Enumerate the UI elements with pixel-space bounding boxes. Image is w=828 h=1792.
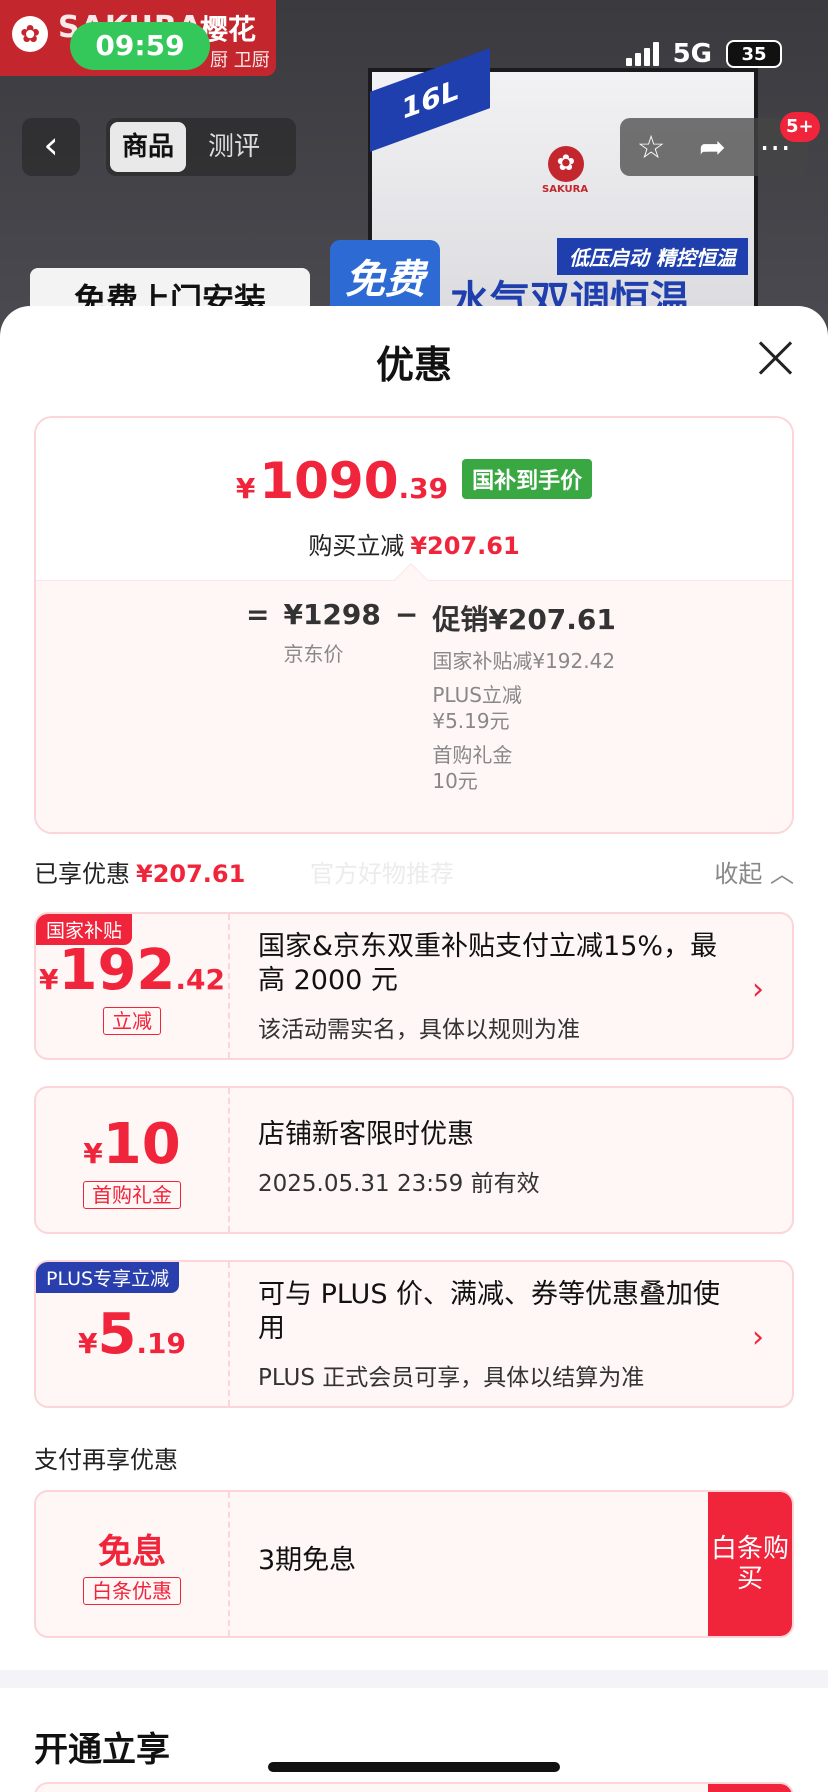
reduce-amount: ¥207.61	[410, 532, 520, 560]
coupon-title: 可与 PLUS 价、满减、券等优惠叠加使用	[258, 1279, 721, 1344]
star-icon[interactable]: ☆	[637, 128, 666, 166]
price-currency: ¥	[235, 472, 256, 505]
detail-gift-label: 首购礼金	[432, 743, 513, 767]
coupon-type-tag: 立减	[103, 1006, 161, 1035]
tab-product[interactable]: 商品	[110, 122, 187, 172]
promo-col: 促销¥207.61 国家补贴减¥192.42 PLUS立减 ¥5.19元 首购礼…	[432, 598, 616, 794]
minus-sign: −	[394, 598, 419, 631]
coupon-dec: .42	[175, 962, 225, 996]
section-divider	[0, 1670, 828, 1688]
battery-icon: 35	[726, 40, 782, 68]
price-decimal: .39	[398, 472, 449, 505]
back-button[interactable]: ‹	[22, 118, 80, 176]
coupon-corner-label: 国家补贴	[36, 914, 133, 945]
coupon-currency: ¥	[39, 962, 59, 996]
coupon-desc: PLUS 正式会员可享，具体以结算为准	[258, 1365, 645, 1391]
chevron-up-icon: ︿	[770, 860, 794, 888]
reduce-line: 购买立减 ¥207.61	[36, 526, 792, 561]
pay-section-label: 支付再享优惠	[34, 1446, 178, 1474]
detail-plus-label: PLUS立减	[432, 683, 522, 707]
collapse-label: 收起	[714, 860, 763, 888]
brand-subtitle: 厨 卫厨	[210, 50, 270, 71]
price-summary-card: ¥ 1090 .39 国补到手价 购买立减 ¥207.61 = ¥1298 京东价…	[34, 416, 794, 834]
chevron-right-icon[interactable]: ›	[752, 972, 764, 1007]
coupon-amount: ¥ 192 .42	[39, 938, 225, 1003]
enjoyed-discount-row: 已享优惠 ¥207.61 官方好物推荐 收起 ︿	[34, 854, 794, 894]
coupon-desc: 2025.05.31 23:59 前有效	[258, 1171, 540, 1197]
baitiao-buy-button[interactable]: 白条购买	[708, 1492, 792, 1636]
chevron-right-icon[interactable]: ›	[752, 1320, 764, 1355]
nav-tabs: 商品 测评	[106, 118, 296, 176]
promo-total: 促销¥207.61	[432, 603, 616, 636]
coupon-currency: ¥	[83, 1136, 103, 1170]
coupon-dec: .19	[136, 1326, 187, 1360]
network-type: 5G	[672, 39, 712, 69]
reduce-label: 购买立减	[308, 532, 405, 560]
product-logo-text: SAKURA	[542, 184, 589, 195]
coupon-int: 10	[102, 1111, 181, 1177]
coupon-type-tag: 白条优惠	[83, 1576, 181, 1605]
price-formula: = ¥1298 京东价 − 促销¥207.61 国家补贴减¥192.42 PLU…	[232, 598, 616, 794]
coupon-currency: ¥	[77, 1326, 98, 1360]
jd-price-label: 京东价	[283, 642, 344, 666]
coupon-baitiao: 免息 白条优惠 3期免息 白条购买	[34, 1490, 794, 1638]
product-logo-icon: ✿	[548, 146, 584, 182]
price-integer: 1090	[259, 452, 399, 510]
tab-review[interactable]: 测评	[196, 122, 272, 172]
detail-plus-amount: ¥5.19元	[432, 709, 510, 733]
equals-sign: =	[246, 598, 270, 631]
message-count-badge: 5+	[780, 112, 820, 142]
coupon-plus-discount[interactable]: ¥ 5 .19 PLUS专享立减 可与 PLUS 价、满减、券等优惠叠加使用 P…	[34, 1260, 794, 1408]
coupon-desc: 3期免息	[258, 1545, 357, 1576]
coupon-title-free-interest: 免息	[98, 1531, 166, 1572]
signal-icon	[625, 42, 659, 66]
open-membership-title: 开通立享	[34, 1730, 170, 1770]
ghost-recommend-text: 官方好物推荐	[310, 860, 454, 888]
final-price: ¥ 1090 .39 国补到手价	[36, 452, 792, 510]
collapse-button[interactable]: 收起 ︿	[714, 854, 794, 889]
price-top: ¥ 1090 .39 国补到手价 购买立减 ¥207.61	[36, 418, 792, 580]
coupon-int: 192	[58, 937, 176, 1003]
coupon-type-tag: 首购礼金	[83, 1180, 181, 1209]
discount-sheet: 优惠 ¥ 1090 .39 国补到手价 购买立减 ¥207.61 = ¥1298 …	[0, 306, 828, 1792]
subsidy-price-tag: 国补到手价	[462, 459, 593, 499]
home-indicator	[268, 1762, 560, 1772]
coupon-info: 店铺新客限时优惠 2025.05.31 23:59 前有效	[258, 1118, 728, 1198]
flower-logo-icon: ✿	[12, 16, 48, 52]
coupon-national-subsidy[interactable]: ¥ 192 .42 立减 国家补贴 国家&京东双重补贴支付立减15%，最高 20…	[34, 912, 794, 1060]
share-icon[interactable]: ➦	[699, 128, 726, 166]
coupon-amount: ¥ 10	[83, 1112, 180, 1177]
enjoyed-amount: ¥207.61	[136, 860, 246, 888]
jd-price: ¥1298	[283, 598, 381, 631]
coupon-int: 5	[97, 1301, 137, 1367]
capacity-badge: 16L	[370, 48, 490, 152]
coupon-amount-panel: 免息 白条优惠	[36, 1492, 230, 1636]
membership-card-peek	[34, 1782, 794, 1792]
membership-buy-button[interactable]	[708, 1784, 792, 1792]
coupon-title: 店铺新客限时优惠	[258, 1119, 474, 1150]
coupon-title: 国家&京东双重补贴支付立减15%，最高 2000 元	[258, 931, 718, 996]
coupon-amount-panel: ¥ 10 首购礼金	[36, 1088, 230, 1232]
jd-price-col: ¥1298 京东价	[283, 598, 380, 667]
sheet-title: 优惠	[375, 343, 452, 387]
enjoyed-label: 已享优惠	[34, 860, 130, 888]
coupon-desc: 该活动需实名，具体以规则为准	[258, 1017, 580, 1043]
coupon-amount: ¥ 5 .19	[78, 1302, 186, 1367]
battery-level: 35	[741, 43, 767, 65]
coupon-first-purchase: ¥ 10 首购礼金 店铺新客限时优惠 2025.05.31 23:59 前有效	[34, 1086, 794, 1234]
close-icon[interactable]	[754, 336, 798, 380]
coupon-info: 3期免息	[258, 1544, 728, 1578]
chevron-left-icon: ‹	[43, 123, 59, 167]
status-time: 09:59	[70, 22, 210, 70]
coupon-info: 可与 PLUS 价、满减、券等优惠叠加使用 PLUS 正式会员可享，具体以结算为…	[258, 1278, 728, 1392]
coupon-info: 国家&京东双重补贴支付立减15%，最高 2000 元 该活动需实名，具体以规则为…	[258, 930, 728, 1044]
coupon-corner-label: PLUS专享立减	[36, 1262, 180, 1293]
detail-subsidy: 国家补贴减¥192.42	[432, 649, 616, 673]
detail-gift-amount: 10元	[432, 769, 478, 793]
status-indicators: 5G 35	[625, 36, 782, 72]
